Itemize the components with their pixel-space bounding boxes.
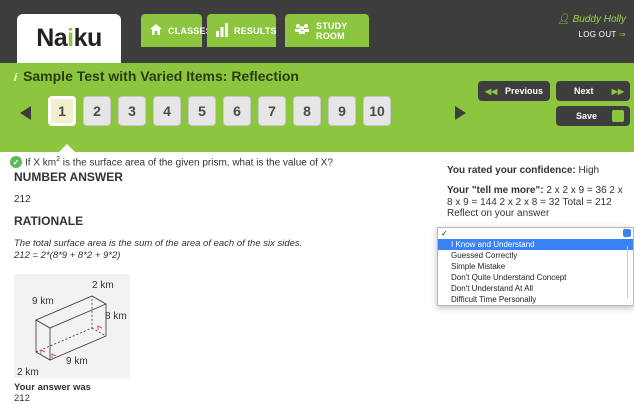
- rationale-text: The total surface area is the sum of the…: [14, 238, 303, 261]
- question-number-button[interactable]: 9: [328, 96, 356, 126]
- question-number-button[interactable]: 6: [223, 96, 251, 126]
- number-answer-value: 212: [14, 194, 31, 205]
- question-number-button[interactable]: 3: [118, 96, 146, 126]
- reflect-label: Reflect on your answer: [447, 208, 550, 219]
- next-button[interactable]: Next ▶▶: [556, 81, 630, 101]
- user-menu: 👤︎ Buddy Holly LOG OUT ⇒: [557, 14, 626, 39]
- your-answer-label: Your answer was: [14, 382, 91, 393]
- your-answer-value: 212: [14, 393, 30, 404]
- test-title: i Sample Test with Varied Items: Reflecti…: [14, 68, 299, 84]
- bar-chart-icon: [215, 22, 229, 39]
- question-number-button[interactable]: 4: [153, 96, 181, 126]
- question-text: ✓ If X km2 is the surface area of the gi…: [10, 156, 333, 168]
- next-page-arrow-icon[interactable]: [455, 106, 466, 120]
- people-icon: [293, 23, 311, 38]
- active-question-pointer: [59, 144, 75, 152]
- figure-label-left: 9 km: [32, 296, 54, 307]
- user-name[interactable]: 👤︎ Buddy Holly: [557, 14, 626, 25]
- save-label: Save: [576, 111, 598, 121]
- previous-label: Previous: [504, 86, 543, 96]
- nav-study-room-button[interactable]: STUDY ROOM: [285, 14, 369, 47]
- tell-me-more: Your "tell me more": 2 x 2 x 9 = 36 2 x …: [447, 185, 623, 208]
- house-icon: [149, 23, 163, 38]
- dropdown-option[interactable]: I Know and Understand: [438, 239, 633, 250]
- logo-text: Naiku: [36, 24, 102, 52]
- naiku-logo[interactable]: Naiku: [17, 14, 121, 63]
- question-number-button[interactable]: 10: [363, 96, 391, 126]
- panel-divider: [627, 246, 628, 298]
- correct-check-icon: ✓: [10, 156, 22, 169]
- question-number-button[interactable]: 1: [48, 96, 76, 126]
- figure-label-corner: 2 km: [17, 367, 39, 378]
- dropdown-option[interactable]: Guessed Correctly: [438, 250, 633, 261]
- double-chevron-right-icon: ▶▶: [611, 86, 624, 96]
- save-button[interactable]: Save: [556, 106, 630, 126]
- figure-label-top: 2 km: [92, 280, 114, 291]
- nav-study-room-label: STUDY ROOM: [316, 20, 348, 41]
- user-icon: 👤︎: [557, 14, 570, 25]
- rationale-heading: RATIONALE: [14, 214, 84, 228]
- dropdown-option[interactable]: Don't Quite Understand Concept: [438, 272, 633, 283]
- question-number-button[interactable]: 7: [258, 96, 286, 126]
- number-answer-heading: NUMBER ANSWER: [14, 170, 123, 184]
- confidence-rating: You rated your confidence: High: [447, 165, 600, 176]
- dropdown-stepper-icon[interactable]: [623, 229, 631, 237]
- double-chevron-left-icon: ◀◀: [485, 86, 498, 96]
- previous-page-arrow-icon[interactable]: [20, 106, 31, 120]
- question-number-button[interactable]: 8: [293, 96, 321, 126]
- previous-button[interactable]: ◀◀ Previous: [478, 81, 550, 101]
- dropdown-option[interactable]: Simple Mistake: [438, 261, 633, 272]
- reflection-dropdown[interactable]: ✓ I Know and Understand Guessed Correctly S…: [437, 227, 634, 306]
- nav-classes-label: CLASSES: [168, 25, 212, 36]
- figure-label-bottom: 9 km: [66, 356, 88, 367]
- prism-figure: 2 km 9 km 8 km 9 km 2 km: [14, 274, 130, 378]
- logout-link[interactable]: LOG OUT ⇒: [557, 30, 626, 39]
- nav-results-button[interactable]: RESULTS: [207, 14, 277, 47]
- info-icon[interactable]: i: [14, 72, 17, 84]
- dropdown-option[interactable]: Don't Understand At All: [438, 283, 633, 294]
- next-label: Next: [574, 86, 594, 96]
- save-indicator-icon: [612, 110, 624, 122]
- question-number-button[interactable]: 5: [188, 96, 216, 126]
- dropdown-option[interactable]: Difficult Time Personally: [438, 294, 633, 305]
- logout-icon: ⇒: [618, 30, 626, 39]
- nav-classes-button[interactable]: CLASSES: [141, 14, 212, 47]
- nav-results-label: RESULTS: [234, 25, 277, 36]
- figure-label-right: 8 km: [105, 311, 127, 322]
- dropdown-checkmark-icon[interactable]: ✓: [438, 228, 633, 239]
- question-number-button[interactable]: 2: [83, 96, 111, 126]
